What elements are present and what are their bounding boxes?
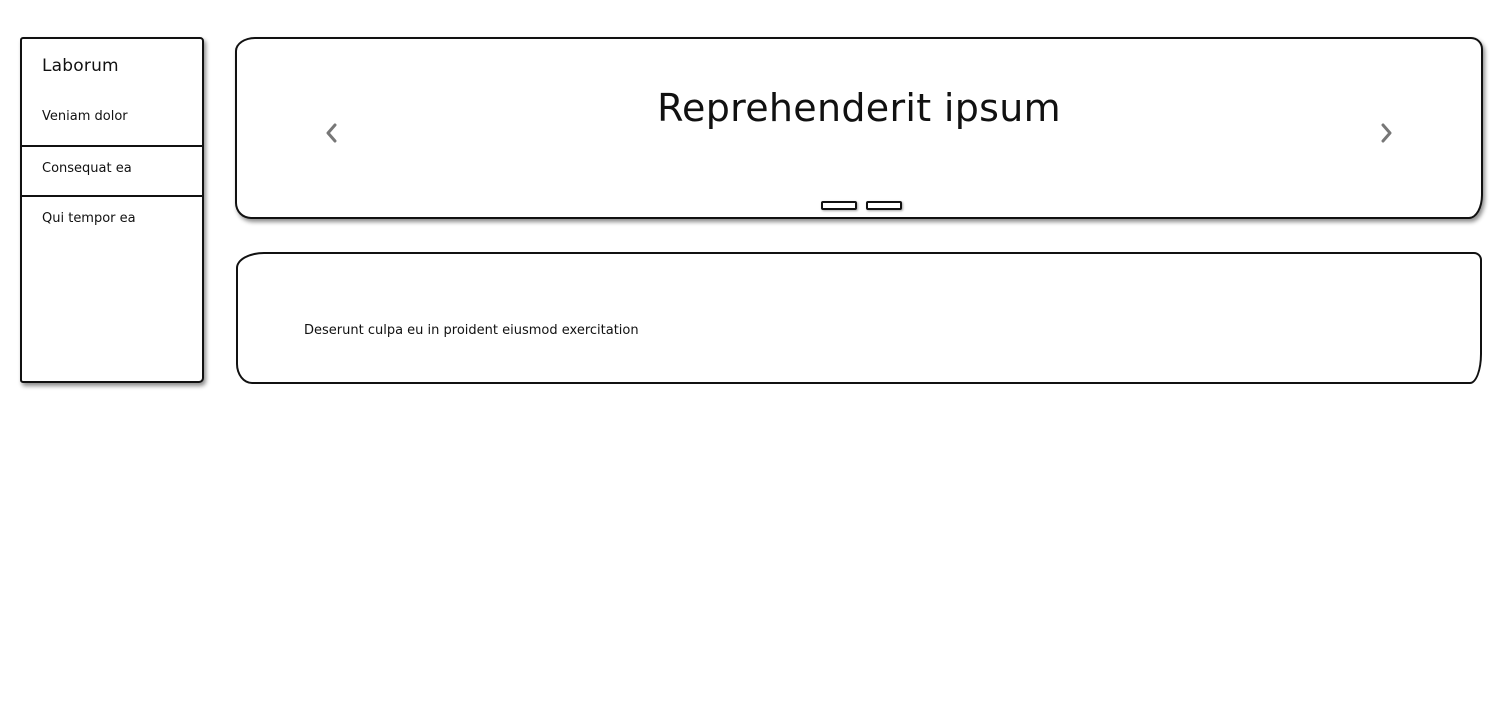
sidebar-item-label: Consequat ea bbox=[42, 161, 132, 176]
carousel-title: Reprehenderit ipsum bbox=[657, 86, 1061, 130]
sidebar-item-label: Qui tempor ea bbox=[42, 211, 136, 226]
sidebar-item-qui-tempor-ea[interactable]: Qui tempor ea bbox=[22, 197, 202, 246]
sidebar-title: Laborum bbox=[42, 56, 119, 76]
sidebar-item-label: Veniam dolor bbox=[42, 109, 128, 124]
chevron-left-icon[interactable] bbox=[321, 121, 341, 145]
carousel-indicator-2[interactable] bbox=[866, 201, 903, 210]
sidebar-item-veniam-dolor[interactable]: Veniam dolor bbox=[22, 95, 202, 144]
carousel-indicator-1[interactable] bbox=[821, 201, 857, 210]
content-card: Deserunt culpa eu in proident eiusmod ex… bbox=[236, 252, 1482, 384]
carousel-indicators bbox=[821, 195, 906, 210]
chevron-right-icon[interactable] bbox=[1377, 121, 1397, 145]
sidebar-item-consequat-ea[interactable]: Consequat ea bbox=[22, 145, 202, 197]
content-text: Deserunt culpa eu in proident eiusmod ex… bbox=[304, 323, 639, 338]
sidebar: Laborum Veniam dolor Consequat ea Qui te… bbox=[20, 37, 204, 383]
carousel: Reprehenderit ipsum bbox=[235, 37, 1483, 219]
